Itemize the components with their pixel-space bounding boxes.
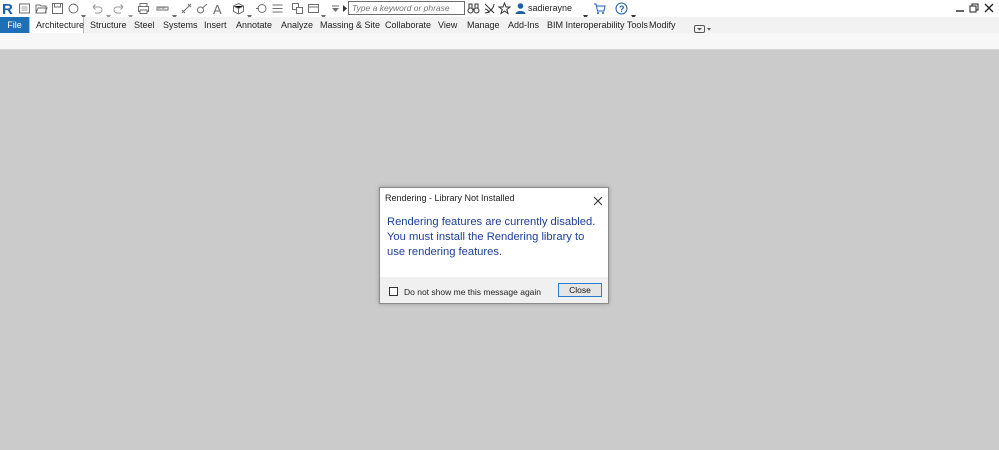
rendering-library-dialog: Rendering - Library Not Installed Render…	[379, 187, 609, 304]
redo-icon[interactable]	[113, 2, 126, 15]
tab-analyze[interactable]: Analyze	[281, 17, 313, 33]
save-icon[interactable]	[51, 2, 64, 15]
chevron-down-icon[interactable]	[631, 6, 636, 19]
help-icon[interactable]: ?	[615, 2, 628, 15]
close-icon[interactable]	[983, 2, 995, 14]
close-icon[interactable]	[593, 193, 603, 206]
tab-modify[interactable]: Modify	[649, 17, 676, 33]
chevron-down-icon[interactable]	[172, 6, 177, 19]
switch-windows-icon[interactable]	[307, 2, 320, 15]
user-icon[interactable]	[514, 2, 527, 15]
do-not-show-label[interactable]: Do not show me this message again	[404, 287, 541, 297]
tab-add-ins[interactable]: Add-Ins	[508, 17, 539, 33]
svg-text:?: ?	[619, 4, 625, 14]
do-not-show-checkbox[interactable]	[389, 287, 398, 296]
ribbon-panel	[0, 33, 999, 50]
close-button[interactable]: Close	[558, 283, 602, 297]
tab-steel[interactable]: Steel	[134, 17, 155, 33]
text-icon[interactable]: A	[212, 2, 225, 15]
aligned-dimension-icon[interactable]	[180, 2, 193, 15]
tab-massing-site[interactable]: Massing & Site	[320, 17, 380, 33]
chevron-down-icon[interactable]	[247, 6, 252, 19]
tab-manage[interactable]: Manage	[467, 17, 500, 33]
ribbon-display-options-icon[interactable]	[694, 21, 712, 33]
thin-lines-icon[interactable]	[271, 2, 284, 15]
sync-icon[interactable]	[67, 2, 80, 15]
tag-icon[interactable]	[196, 2, 209, 15]
close-hidden-windows-icon[interactable]	[291, 2, 304, 15]
binoculars-icon[interactable]	[467, 2, 480, 15]
dialog-footer: Do not show me this message again Close	[380, 277, 608, 303]
ribbon-tabs: File Architecture Structure Steel System…	[0, 17, 999, 34]
tab-collaborate[interactable]: Collaborate	[385, 17, 431, 33]
dialog-message: Rendering features are currently disable…	[387, 216, 596, 258]
tab-systems[interactable]: Systems	[163, 17, 198, 33]
tab-view[interactable]: View	[438, 17, 457, 33]
title-bar: R A sadierayne ?	[0, 0, 999, 19]
svg-text:A: A	[213, 2, 222, 15]
chevron-down-icon[interactable]	[106, 6, 111, 19]
chevron-down-icon[interactable]	[81, 6, 86, 19]
star-icon[interactable]	[498, 2, 511, 15]
restore-icon[interactable]	[968, 2, 980, 14]
open-icon[interactable]	[35, 2, 48, 15]
section-icon[interactable]	[255, 2, 268, 15]
dialog-title: Rendering - Library Not Installed	[385, 193, 515, 203]
minimize-icon[interactable]	[954, 2, 966, 14]
measure-icon[interactable]	[156, 2, 169, 15]
3d-view-icon[interactable]	[232, 2, 245, 15]
home-icon[interactable]	[18, 2, 31, 15]
revit-logo-icon[interactable]: R	[2, 1, 13, 18]
chevron-down-icon[interactable]	[321, 6, 326, 19]
tab-insert[interactable]: Insert	[204, 17, 227, 33]
tab-file[interactable]: File	[0, 17, 29, 33]
undo-icon[interactable]	[90, 2, 103, 15]
tab-architecture[interactable]: Architecture	[36, 17, 84, 33]
print-icon[interactable]	[137, 2, 150, 15]
svg-text:R: R	[2, 1, 13, 16]
user-name[interactable]: sadierayne	[528, 2, 572, 14]
tab-annotate[interactable]: Annotate	[236, 17, 272, 33]
tab-bim-interoperability-tools[interactable]: BIM Interoperability Tools	[547, 17, 648, 33]
chevron-down-icon[interactable]	[128, 6, 133, 19]
tab-structure[interactable]: Structure	[90, 17, 127, 33]
cart-icon[interactable]	[593, 2, 606, 15]
chevron-down-icon[interactable]	[583, 6, 588, 19]
subscription-center-icon[interactable]	[483, 2, 496, 15]
search-input[interactable]	[348, 1, 465, 15]
